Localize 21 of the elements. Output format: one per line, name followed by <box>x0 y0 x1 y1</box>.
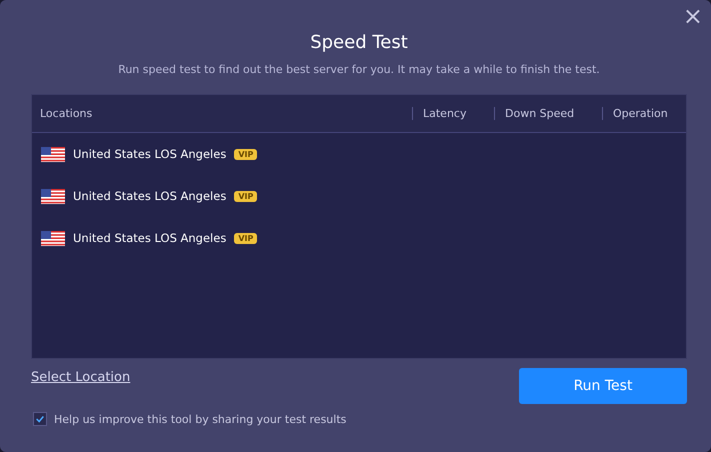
check-icon <box>35 414 45 424</box>
location-name: United States LOS Angeles <box>73 231 226 245</box>
location-name: United States LOS Angeles <box>73 147 226 161</box>
close-button[interactable]: × <box>680 2 705 30</box>
dialog-title: Speed Test <box>310 32 408 53</box>
location-name: United States LOS Angeles <box>73 189 226 203</box>
vip-badge: VIP <box>234 148 258 160</box>
column-header: Locations <box>39 107 94 120</box>
column-header: Down Speed <box>494 107 602 120</box>
flag-icon <box>41 188 65 204</box>
share-checkbox[interactable] <box>33 412 47 426</box>
column-header: Operation <box>602 107 686 120</box>
column-header: Latency <box>412 107 494 120</box>
run-test-button[interactable]: Run Test <box>519 368 687 404</box>
flag-icon <box>41 146 65 162</box>
share-label: Help us improve this tool by sharing your test results <box>54 412 346 426</box>
dialog-subtitle: Run speed test to find out the best server for you. It may take a while to finish the test. <box>118 63 600 76</box>
vip-badge: VIP <box>234 190 258 202</box>
flag-icon <box>41 230 65 246</box>
select-location-link[interactable]: Select Location <box>31 370 130 385</box>
vip-badge: VIP <box>234 232 258 244</box>
